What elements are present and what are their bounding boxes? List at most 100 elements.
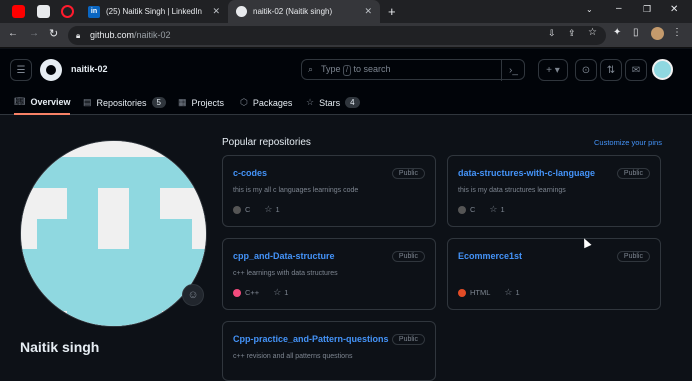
repo-description: c++ learnings with data structures (233, 270, 338, 277)
stars-count-badge: 4 (345, 97, 360, 108)
minimize-icon[interactable]: – (616, 3, 622, 14)
forward-icon[interactable]: → (29, 28, 39, 39)
repo-meta: C ☆ 1 (458, 204, 505, 215)
table-icon: ▦ (178, 97, 187, 107)
tab-projects[interactable]: ▦ Projects (178, 90, 224, 115)
tab-projects-label: Projects (191, 97, 225, 108)
pull-requests-icon[interactable]: ⇅ (600, 59, 622, 81)
repo-description: this is my all c languages learnings cod… (233, 187, 359, 194)
repo-name-link[interactable]: c-codes (233, 168, 267, 178)
repo-stars[interactable]: 1 (501, 205, 505, 214)
opera-icon[interactable] (61, 5, 74, 18)
star-icon[interactable]: ☆ (504, 287, 512, 298)
install-icon[interactable]: ⇩ (548, 28, 556, 39)
window-close-icon[interactable]: ✕ (670, 4, 678, 15)
pinned-repo-card: Ecommerce1st Public HTML ☆ 1 (447, 238, 661, 310)
tab-search-icon[interactable]: ⌄ (586, 5, 593, 14)
address-bar: ← → ↻ 🔒︎ github.com/naitik-02 ⇩ ⇪ ☆ ✦ ▯ … (0, 23, 692, 48)
tab-overview[interactable]: 📖︎ Overview (14, 90, 71, 115)
inbox-icon[interactable]: ✉ (625, 59, 647, 81)
language-color-dot (233, 205, 241, 214)
tab-github-label: naitik-02 (Naitik singh) (253, 7, 333, 16)
star-icon[interactable]: ☆ (264, 204, 272, 215)
notion-icon[interactable] (37, 5, 50, 18)
search-placeholder-after: to search (353, 64, 391, 74)
github-header: ☰ naitik-02 ⌕ Type / to search ›_ + ▾ ⊙ … (0, 49, 692, 115)
book-icon: 📖︎ (14, 96, 26, 106)
tab-github[interactable]: naitik-02 (Naitik singh) ✕ (228, 0, 380, 23)
linkedin-icon: in (88, 5, 100, 18)
share-icon[interactable]: ⇪ (568, 28, 576, 39)
profile-avatar (20, 140, 207, 327)
close-icon[interactable]: ✕ (212, 6, 220, 17)
tab-stars[interactable]: ☆ Stars 4 (306, 90, 360, 115)
tab-repositories[interactable]: ▤ Repositories 5 (83, 90, 166, 115)
language-color-dot (458, 205, 466, 214)
repo-name-link[interactable]: data-structures-with-c-language (458, 168, 595, 178)
back-icon[interactable]: ← (8, 28, 18, 39)
tab-packages[interactable]: ⬡ Packages (240, 90, 292, 115)
tab-packages-label: Packages (252, 97, 293, 108)
repo-description: this is my data structures learnings (458, 187, 566, 194)
repo-stars[interactable]: 1 (284, 288, 288, 297)
language-color-dot (233, 288, 241, 297)
bookmark-star-icon[interactable]: ☆ (588, 27, 597, 38)
header-username[interactable]: naitik-02 (71, 64, 108, 74)
youtube-icon[interactable] (12, 5, 25, 18)
visibility-badge: Public (391, 251, 425, 262)
maximize-icon[interactable]: ❐ (643, 4, 651, 15)
visibility-badge: Public (391, 168, 425, 179)
identicon-image (21, 141, 206, 326)
repo-name-link[interactable]: Cpp-practice_and-Pattern-questions (233, 334, 389, 344)
command-palette-icon[interactable]: ›_ (501, 59, 525, 81)
create-new-button[interactable]: + ▾ (538, 59, 568, 81)
popular-repositories-heading: Popular repositories (222, 137, 311, 148)
extensions-icon[interactable]: ✦ (613, 27, 621, 38)
github-icon (236, 6, 247, 17)
smiley-icon: ☺ (187, 289, 199, 301)
repo-icon: ▤ (83, 97, 92, 107)
customize-pins-link[interactable]: Customize your pins (594, 138, 662, 147)
user-avatar[interactable] (652, 59, 673, 80)
issues-icon[interactable]: ⊙ (575, 59, 597, 81)
repositories-count-badge: 5 (151, 97, 166, 108)
tab-linkedin-label: (25) Naitik Singh | LinkedIn (106, 7, 202, 16)
url-input[interactable]: 🔒︎ github.com/naitik-02 (68, 26, 606, 45)
repo-name-link[interactable]: cpp_and-Data-structure (233, 251, 335, 261)
search-input[interactable]: ⌕ Type / to search (301, 59, 525, 80)
package-icon: ⬡ (240, 97, 248, 107)
star-icon: ☆ (306, 97, 315, 107)
github-logo-icon[interactable] (40, 59, 62, 81)
url-path: /naitik-02 (134, 30, 171, 40)
profile-avatar-icon[interactable] (651, 27, 664, 40)
new-tab-icon[interactable]: + (388, 4, 396, 19)
hamburger-menu-icon[interactable]: ☰ (10, 59, 32, 81)
star-icon[interactable]: ☆ (273, 287, 281, 298)
visibility-badge: Public (391, 334, 425, 345)
repo-stars[interactable]: 1 (516, 288, 520, 297)
repo-language: C (470, 205, 476, 214)
menu-dots-icon[interactable]: ⋮ (672, 27, 682, 38)
url-host: github.com (90, 30, 135, 40)
visibility-badge: Public (616, 168, 650, 179)
tab-stars-label: Stars (319, 97, 341, 108)
repo-description: c++ revision and all patterns questions (233, 353, 353, 360)
star-icon[interactable]: ☆ (489, 204, 497, 215)
repo-name-link[interactable]: Ecommerce1st (458, 251, 522, 261)
repo-language: C++ (245, 288, 260, 297)
sidepanel-icon[interactable]: ▯ (633, 27, 639, 38)
search-icon: ⌕ (308, 64, 314, 74)
repo-meta: C++ ☆ 1 (233, 287, 288, 298)
pinned-repo-card: cpp_and-Data-structure Public c++ learni… (222, 238, 436, 310)
repo-language: HTML (470, 288, 491, 297)
set-status-button[interactable]: ☺ (182, 284, 204, 306)
tab-overview-label: Overview (30, 96, 71, 107)
visibility-badge: Public (616, 251, 650, 262)
language-color-dot (458, 288, 466, 297)
close-icon[interactable]: ✕ (364, 6, 372, 17)
repo-stars[interactable]: 1 (276, 205, 280, 214)
reload-icon[interactable]: ↻ (49, 27, 58, 40)
search-placeholder-before: Type (321, 64, 341, 74)
tab-linkedin[interactable]: in (25) Naitik Singh | LinkedIn ✕ (80, 0, 228, 23)
repo-meta: C ☆ 1 (233, 204, 280, 215)
